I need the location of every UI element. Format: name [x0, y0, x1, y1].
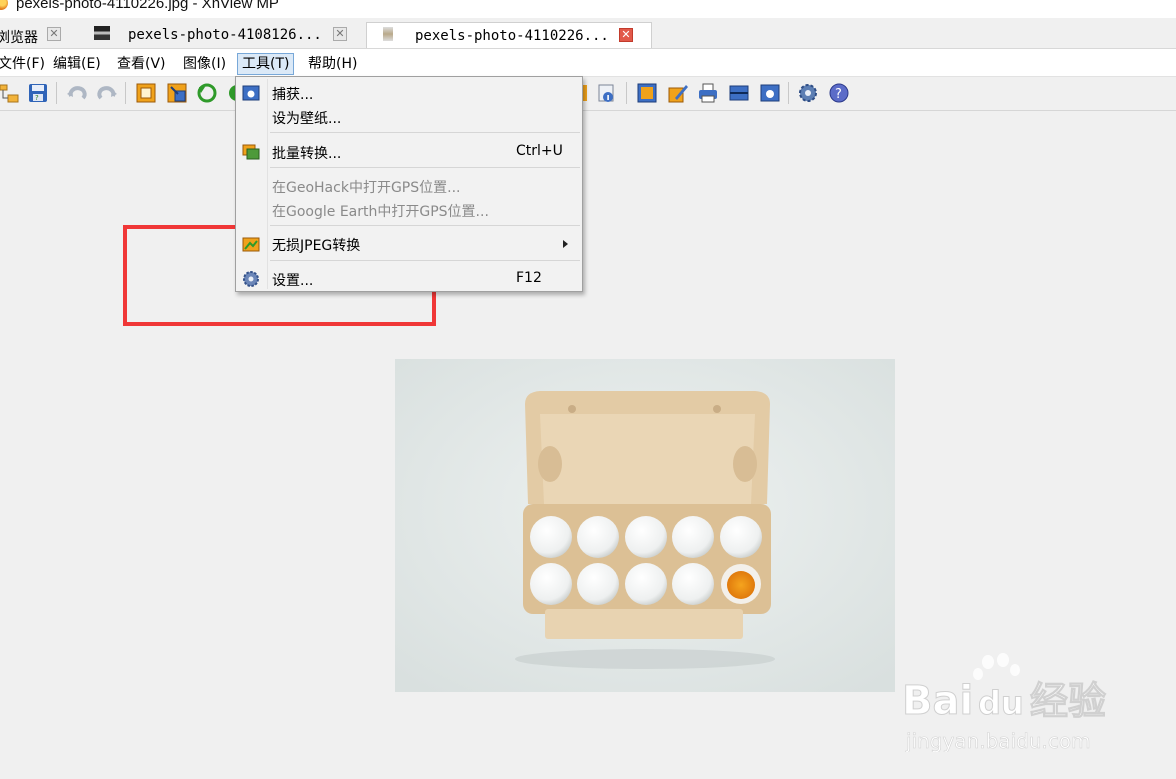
menu-item-geohack-gps: 在GeoHack中打开GPS位置... — [238, 174, 580, 198]
svg-text:?: ? — [35, 94, 39, 102]
undo-icon[interactable] — [66, 82, 88, 104]
menu-item-label: 在GeoHack中打开GPS位置... — [272, 180, 461, 196]
menu-edit[interactable]: 编辑(E) — [49, 53, 105, 75]
menu-item-lossless-jpeg[interactable]: 无损JPEG转换 — [238, 232, 580, 256]
watermark-brand2: du — [978, 684, 1024, 722]
menu-item-label: 设为壁纸... — [272, 111, 342, 127]
help-icon[interactable]: ? — [828, 82, 850, 104]
menu-item-capture[interactable]: 捕获... — [238, 81, 580, 105]
menu-item-label: 批量转换... — [272, 146, 342, 162]
menu-item-batch-convert[interactable]: 批量转换... Ctrl+U — [238, 140, 580, 164]
crop-icon[interactable] — [135, 82, 157, 104]
toolbar-separator — [125, 82, 126, 104]
toolbar-separator — [626, 82, 627, 104]
menu-separator — [270, 260, 580, 261]
save-icon[interactable]: ? — [27, 82, 49, 104]
scanner-icon[interactable] — [728, 82, 750, 104]
tab-close-button[interactable]: ✕ — [47, 27, 61, 41]
tools-menu: 捕获... 设为壁纸... 批量转换... Ctrl+U 在GeoHack中打开… — [235, 76, 583, 292]
tab-close-button[interactable]: ✕ — [619, 28, 633, 42]
svg-text:?: ? — [835, 87, 842, 102]
capture-icon[interactable] — [759, 82, 781, 104]
toolbar: ? ? — [0, 77, 1176, 111]
image-canvas — [395, 359, 895, 692]
toolbar-separator — [56, 82, 57, 104]
image-thumbnail-icon — [383, 27, 393, 41]
edit-icon[interactable] — [667, 82, 689, 104]
menu-tools[interactable]: 工具(T) — [237, 53, 295, 75]
window-title: pexels-photo-4110226.jpg - XnView MP — [16, 0, 279, 12]
image-thumbnail-icon — [94, 26, 110, 40]
menu-view[interactable]: 查看(V) — [113, 53, 170, 75]
submenu-arrow-icon — [563, 240, 568, 248]
tab-browser[interactable]: 浏览器 ✕ — [0, 22, 66, 48]
toolbar-separator — [788, 82, 789, 104]
menu-separator — [270, 225, 580, 226]
tab-label: pexels-photo-4110226... — [415, 28, 609, 44]
menu-item-google-earth-gps: 在Google Earth中打开GPS位置... — [238, 198, 580, 222]
watermark-product: 经验 — [1030, 679, 1106, 723]
resize-icon[interactable] — [166, 82, 188, 104]
gear-icon — [242, 270, 260, 288]
tab-image-4110226[interactable]: pexels-photo-4110226... ✕ — [366, 22, 652, 48]
menu-item-label: 设置... — [272, 273, 314, 289]
menu-bar: 文件(F) 编辑(E) 查看(V) 图像(I) 工具(T) 帮助(H) — [0, 49, 1176, 77]
capture-icon — [242, 84, 260, 102]
menu-separator — [270, 132, 580, 133]
menu-item-set-wallpaper[interactable]: 设为壁纸... — [238, 105, 580, 129]
menu-item-label: 在Google Earth中打开GPS位置... — [272, 204, 489, 220]
title-bar: pexels-photo-4110226.jpg - XnView MP — [0, 0, 1176, 18]
fit-screen-icon[interactable] — [636, 82, 658, 104]
watermark-brand: Bai — [902, 678, 973, 724]
menu-item-label: 无损JPEG转换 — [272, 238, 361, 254]
menu-image[interactable]: 图像(I) — [179, 53, 230, 75]
menu-separator — [270, 167, 580, 168]
menu-item-settings[interactable]: 设置... F12 — [238, 267, 580, 291]
tab-image-4108126[interactable]: pexels-photo-4108126... ✕ — [86, 22, 356, 48]
tab-label: pexels-photo-4108126... — [128, 27, 322, 43]
settings-icon[interactable] — [797, 82, 819, 104]
tab-bar: 浏览器 ✕ pexels-photo-4108126... ✕ pexels-p… — [0, 18, 1176, 49]
baidu-jingyan-watermark: Bai du 经验 jingyan.baidu.com — [902, 652, 1114, 753]
jpeg-transform-icon — [242, 235, 260, 253]
batch-convert-icon — [242, 143, 260, 161]
xnview-app-icon — [0, 0, 8, 10]
menu-file[interactable]: 文件(F) — [0, 53, 49, 75]
watermark-url: jingyan.baidu.com — [905, 729, 1091, 752]
info-icon[interactable] — [596, 82, 618, 104]
menu-item-shortcut: Ctrl+U — [516, 143, 563, 159]
menu-item-shortcut: F12 — [516, 270, 542, 286]
tab-close-button[interactable]: ✕ — [333, 27, 347, 41]
redo-icon[interactable] — [96, 82, 118, 104]
print-icon[interactable] — [697, 82, 719, 104]
folder-tree-icon[interactable] — [0, 82, 20, 104]
menu-item-label: 捕获... — [272, 87, 314, 103]
menu-help[interactable]: 帮助(H) — [304, 53, 361, 75]
tab-label: 浏览器 — [0, 30, 38, 46]
rotate-icon[interactable] — [196, 82, 218, 104]
